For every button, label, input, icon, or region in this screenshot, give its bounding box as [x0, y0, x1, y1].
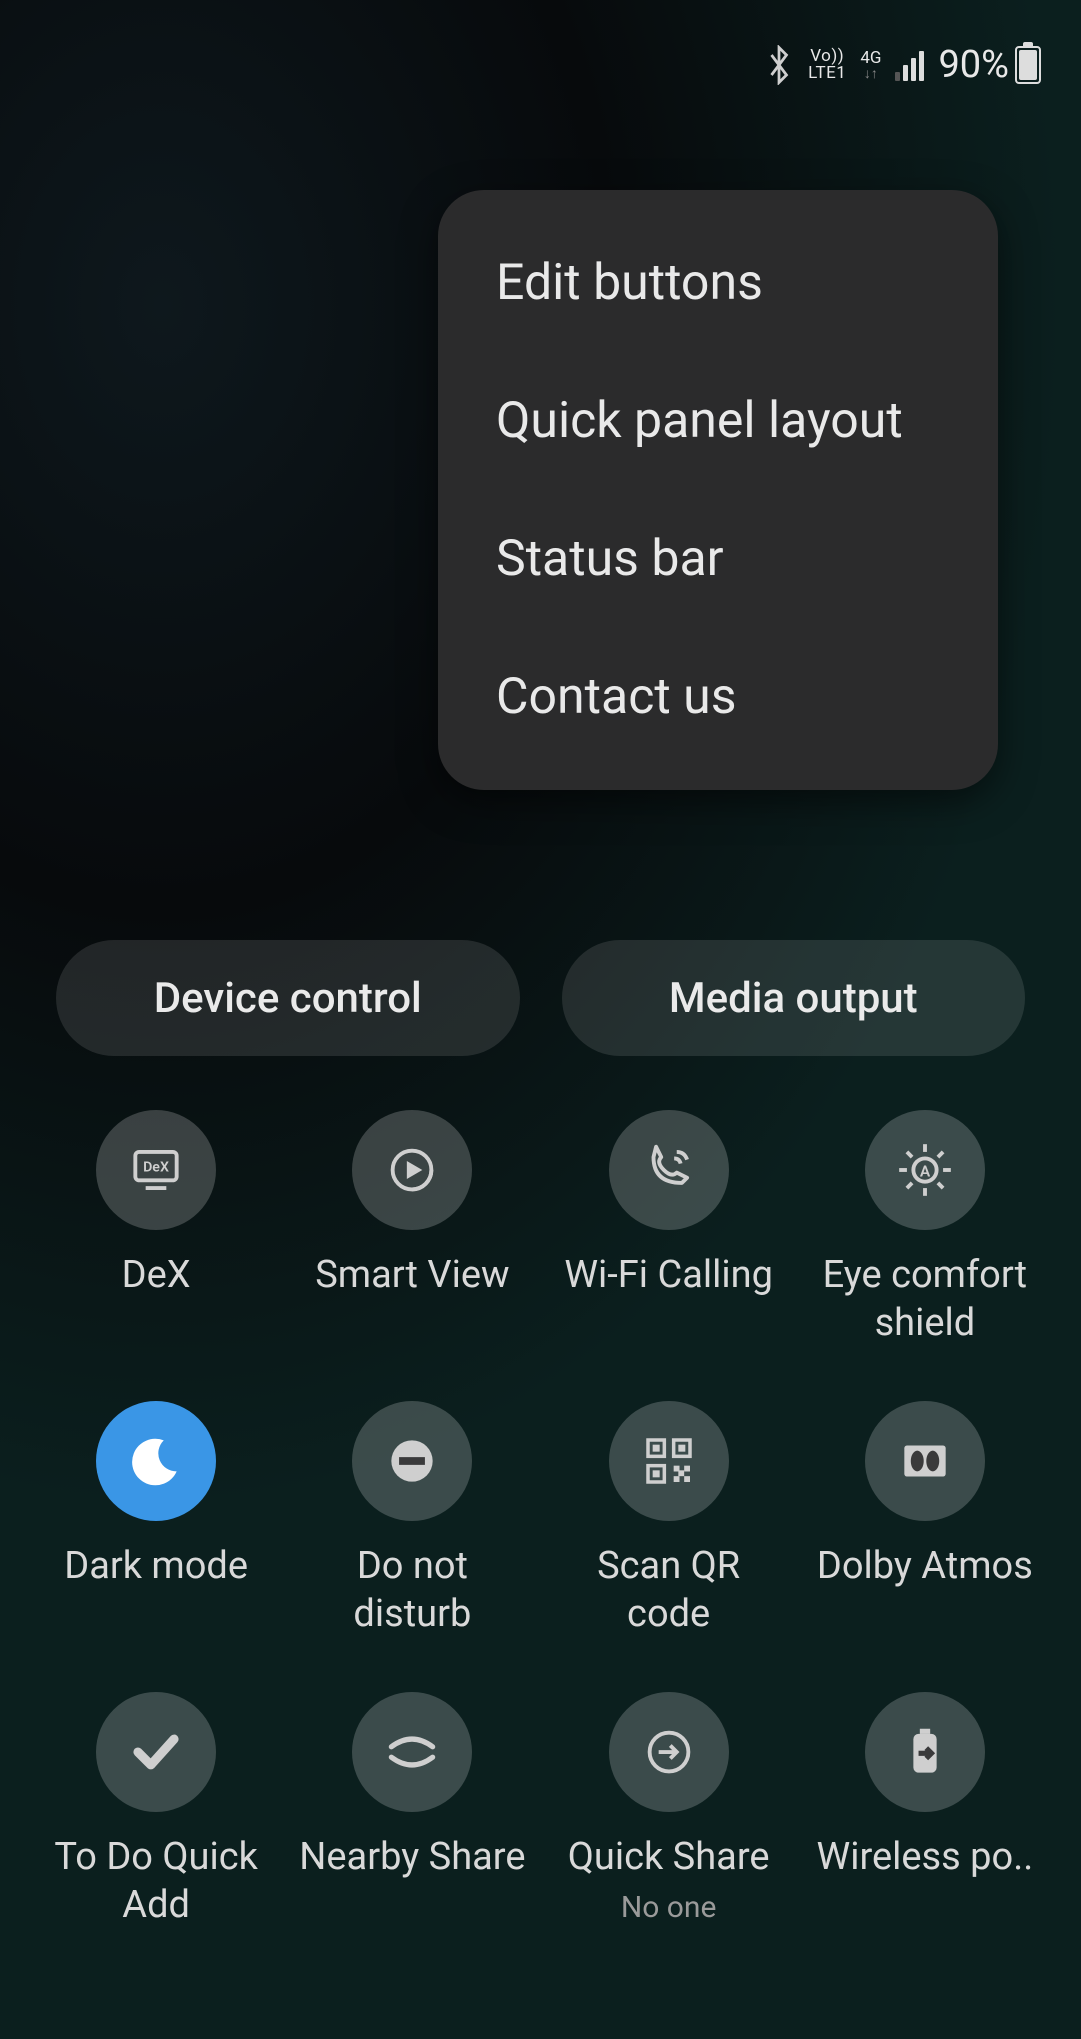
tile-label: Dark mode — [64, 1543, 248, 1591]
nearby-share-icon — [381, 1721, 443, 1783]
quick-tiles-grid: DeX DeX Smart View Wi-Fi Calling A Eye c… — [28, 1110, 1053, 1929]
battery-indicator: 90% — [938, 43, 1041, 87]
tile-dex[interactable]: DeX DeX — [28, 1110, 284, 1347]
battery-icon — [1015, 46, 1041, 84]
qr-code-icon — [641, 1433, 697, 1489]
dark-mode-icon — [125, 1430, 187, 1492]
dex-icon: DeX — [125, 1139, 187, 1201]
dolby-icon — [894, 1430, 956, 1492]
wireless-power-icon — [894, 1721, 956, 1783]
tile-scan-qr[interactable]: Scan QR code — [541, 1401, 797, 1638]
tile-label: DeX — [122, 1252, 191, 1300]
status-bar: Vo)) LTE1 4G ↓↑ 90% — [0, 0, 1081, 130]
media-output-label: Media output — [669, 974, 918, 1023]
tile-label: Wireless po.. — [817, 1834, 1034, 1882]
battery-percent-label: 90% — [938, 43, 1009, 87]
tile-eye-comfort[interactable]: A Eye comfort shield — [797, 1110, 1053, 1347]
menu-item-edit-buttons[interactable]: Edit buttons — [438, 214, 998, 352]
control-chips-row: Device control Media output — [56, 940, 1025, 1056]
tile-label: Wi-Fi Calling — [564, 1252, 773, 1300]
tile-dolby-atmos[interactable]: Dolby Atmos — [797, 1401, 1053, 1638]
tile-dark-mode[interactable]: Dark mode — [28, 1401, 284, 1638]
tile-todo-quick-add[interactable]: To Do Quick Add — [28, 1692, 284, 1929]
tile-label: Scan QR code — [554, 1543, 784, 1638]
svg-text:DeX: DeX — [143, 1159, 169, 1175]
tile-label: Eye comfort shield — [810, 1252, 1040, 1347]
tile-nearby-share[interactable]: Nearby Share — [284, 1692, 540, 1929]
device-control-button[interactable]: Device control — [56, 940, 520, 1056]
tile-label: Do not disturb — [297, 1543, 527, 1638]
wifi-calling-icon — [638, 1139, 700, 1201]
overflow-menu: Edit buttons Quick panel layout Status b… — [438, 190, 998, 790]
volte-indicator: Vo)) LTE1 — [808, 48, 846, 82]
menu-item-status-bar[interactable]: Status bar — [438, 490, 998, 628]
eye-comfort-icon: A — [894, 1139, 956, 1201]
svg-text:A: A — [920, 1162, 931, 1180]
menu-item-contact-us[interactable]: Contact us — [438, 628, 998, 766]
tile-label: Dolby Atmos — [817, 1543, 1033, 1591]
checkmark-icon — [125, 1721, 187, 1783]
tile-label: Smart View — [315, 1252, 509, 1300]
tile-label: Nearby Share — [299, 1834, 525, 1882]
tile-sublabel: No one — [621, 1890, 717, 1925]
smart-view-icon — [381, 1139, 443, 1201]
tile-quick-share[interactable]: Quick Share No one — [541, 1692, 797, 1929]
network-4g-indicator: 4G ↓↑ — [860, 50, 881, 81]
tile-smart-view[interactable]: Smart View — [284, 1110, 540, 1347]
dnd-icon — [381, 1430, 443, 1492]
device-control-label: Device control — [154, 974, 422, 1023]
tile-dnd[interactable]: Do not disturb — [284, 1401, 540, 1638]
tile-wireless-power[interactable]: Wireless po.. — [797, 1692, 1053, 1929]
signal-strength-icon — [895, 49, 924, 81]
tile-wifi-calling[interactable]: Wi-Fi Calling — [541, 1110, 797, 1347]
quick-share-icon — [638, 1721, 700, 1783]
media-output-button[interactable]: Media output — [562, 940, 1026, 1056]
menu-item-quick-panel-layout[interactable]: Quick panel layout — [438, 352, 998, 490]
tile-label: To Do Quick Add — [41, 1834, 271, 1929]
bluetooth-icon — [764, 45, 794, 85]
tile-label: Quick Share — [568, 1834, 770, 1882]
